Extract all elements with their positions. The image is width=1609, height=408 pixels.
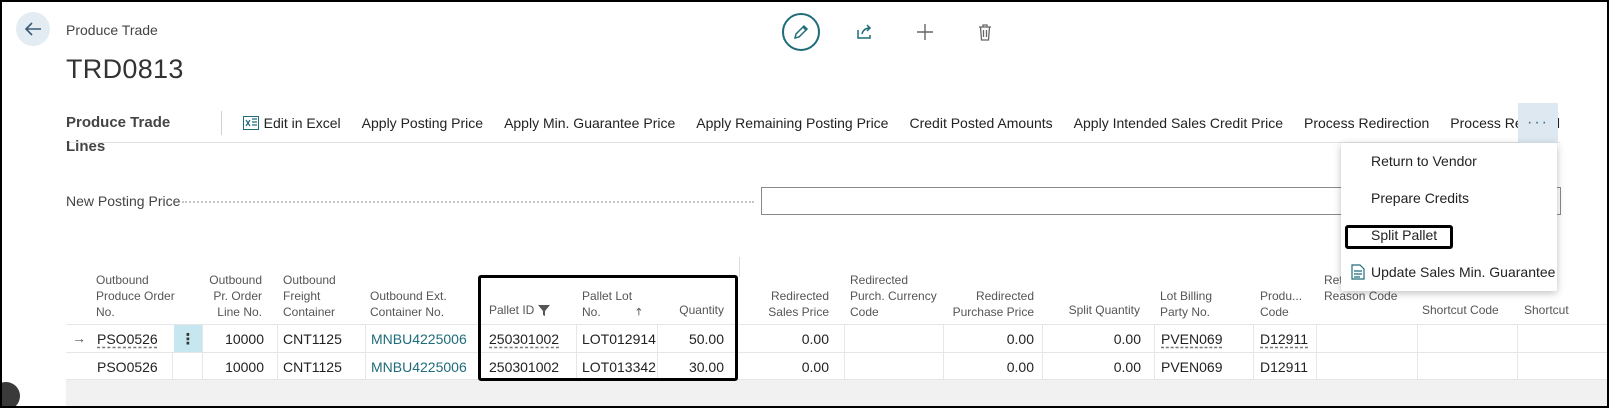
cell-divider: [1517, 325, 1518, 353]
trash-icon: [979, 23, 991, 41]
cell-divider: [1316, 353, 1317, 381]
apply-remaining-posting-price-button[interactable]: Apply Remaining Posting Price: [696, 115, 888, 131]
cell-divider: [277, 353, 278, 381]
cell-divider: [202, 325, 203, 353]
cell-line-no: 10000: [225, 359, 264, 375]
cell-redirected-sales-price: 0.00: [801, 331, 829, 347]
more-options-menu: Return to Vendor Prepare Credits Split P…: [1341, 143, 1557, 291]
cell-container: CNT1125: [283, 359, 342, 375]
field-leader-dots: [182, 201, 754, 203]
plus-icon: [917, 24, 933, 40]
share-button[interactable]: [850, 17, 880, 47]
column-header-lot-billing-party-no[interactable]: Lot Billing Party No.: [1160, 288, 1240, 320]
lines-title: Produce Trade Lines: [66, 110, 222, 155]
column-header-product-code[interactable]: Produ... Code: [1260, 288, 1310, 320]
current-row-arrow-icon: →: [72, 330, 86, 346]
new-button[interactable]: [910, 17, 940, 47]
cell-order-no[interactable]: PSO0526: [97, 359, 158, 375]
back-button[interactable]: [16, 12, 50, 46]
cell-divider: [1154, 353, 1155, 381]
cell-product-code[interactable]: D12911: [1260, 359, 1308, 375]
avatar: [2, 382, 20, 406]
cell-line-no: 10000: [225, 331, 264, 347]
cell-divider: [943, 353, 944, 381]
lines-toolbar: Produce Trade Lines Edit in Excel Apply …: [66, 103, 1560, 155]
cell-divider: [943, 325, 944, 353]
edit-in-excel-label: Edit in Excel: [263, 114, 341, 131]
cell-redirected-sales-price: 0.00: [801, 359, 829, 375]
cell-billing-party[interactable]: PVEN069: [1161, 331, 1222, 347]
new-posting-price-label: New Posting Price: [66, 193, 181, 209]
cell-split-quantity: 0.00: [1113, 359, 1141, 375]
more-options-button[interactable]: ···: [1518, 103, 1558, 143]
pallet-columns-highlight: [478, 275, 738, 381]
process-redirection-button[interactable]: Process Redirection: [1304, 115, 1429, 131]
breadcrumb: Produce Trade: [66, 22, 158, 38]
grid-footer: [66, 380, 1607, 406]
cell-redirected-purchase-price: 0.00: [1006, 331, 1034, 347]
column-header-outbound-freight-container[interactable]: Outbound Freight Container: [283, 272, 355, 320]
column-header-split-quantity[interactable]: Split Quantity: [1042, 302, 1140, 318]
column-header-outbound-ext-container-no[interactable]: Outbound Ext. Container No.: [370, 288, 450, 320]
cell-divider: [844, 353, 845, 381]
cell-redirected-purchase-price: 0.00: [1006, 359, 1034, 375]
pencil-icon: [793, 24, 809, 40]
table-row[interactable]: PSO0526 10000 CNT1125 MNBU4225006 250301…: [66, 352, 1607, 381]
top-actions: [782, 12, 1000, 52]
cell-divider: [844, 325, 845, 353]
apply-intended-sales-credit-price-button[interactable]: Apply Intended Sales Credit Price: [1074, 115, 1283, 131]
cell-container: CNT1125: [283, 331, 342, 347]
cell-ext-container[interactable]: MNBU4225006: [371, 359, 467, 375]
cell-billing-party[interactable]: PVEN069: [1161, 359, 1222, 375]
cell-divider: [172, 353, 173, 381]
share-icon: [857, 24, 872, 39]
menu-item-return-to-vendor[interactable]: Return to Vendor: [1371, 153, 1477, 169]
column-header-shortcut[interactable]: Shortcut: [1524, 302, 1584, 318]
cell-divider: [1417, 353, 1418, 381]
column-header-redirected-purchase-price[interactable]: Redirected Purchase Price: [944, 288, 1034, 320]
cell-divider: [202, 353, 203, 381]
cell-order-no[interactable]: PSO0526: [97, 331, 158, 347]
edit-button[interactable]: [782, 13, 820, 51]
cell-divider: [1417, 325, 1418, 353]
menu-item-update-sales-min-guarantee[interactable]: Update Sales Min. Guarantee: [1371, 264, 1555, 280]
column-header-redirected-sales-price[interactable]: Redirected Sales Price: [757, 288, 829, 320]
page-frame: Produce Trade TRD0813 Produce Trade Line…: [0, 0, 1609, 408]
edit-in-excel-button[interactable]: Edit in Excel: [242, 114, 341, 131]
excel-icon: [242, 115, 259, 130]
cell-divider: [365, 325, 366, 353]
document-icon: [1351, 264, 1365, 280]
cell-divider: [1154, 325, 1155, 353]
arrow-left-icon: [24, 22, 41, 36]
cell-divider: [1042, 325, 1043, 353]
cell-ext-container[interactable]: MNBU4225006: [371, 331, 467, 347]
delete-button[interactable]: [970, 17, 1000, 47]
menu-item-split-pallet[interactable]: Split Pallet: [1371, 227, 1437, 243]
cell-divider: [1253, 353, 1254, 381]
column-header-outbound-pr-order-line-no[interactable]: Outbound Pr. Order Line No.: [204, 272, 262, 320]
cell-divider: [365, 353, 366, 381]
apply-min-guarantee-price-button[interactable]: Apply Min. Guarantee Price: [504, 115, 675, 131]
apply-posting-price-button[interactable]: Apply Posting Price: [362, 115, 483, 131]
cell-divider: [1517, 353, 1518, 381]
table-row[interactable]: → PSO0526 ⋮ 10000 CNT1125 MNBU4225006 25…: [66, 324, 1607, 353]
credit-posted-amounts-button[interactable]: Credit Posted Amounts: [909, 115, 1052, 131]
page-title: TRD0813: [66, 54, 184, 84]
cell-divider: [1253, 325, 1254, 353]
column-header-redirected-purch-currency-code[interactable]: Redirected Purch. Currency Code: [850, 272, 940, 320]
column-header-outbound-produce-order-no[interactable]: Outbound Produce Order No.: [96, 272, 176, 320]
column-header-shortcut-code[interactable]: Shortcut Code: [1422, 302, 1512, 318]
cell-split-quantity: 0.00: [1113, 331, 1141, 347]
grid-divider: [739, 257, 740, 277]
cell-divider: [1042, 353, 1043, 381]
cell-divider: [277, 325, 278, 353]
cell-divider: [1316, 325, 1317, 353]
row-actions-button[interactable]: ⋮: [174, 325, 202, 352]
cell-product-code[interactable]: D12911: [1260, 331, 1308, 347]
menu-item-prepare-credits[interactable]: Prepare Credits: [1371, 190, 1469, 206]
